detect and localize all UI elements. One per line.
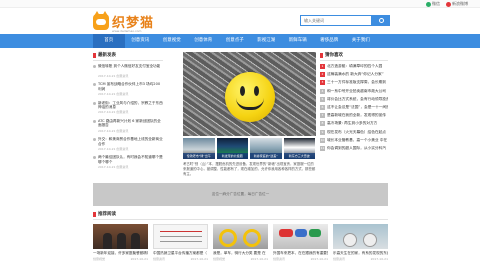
list-item[interactable]: 微信转账 到个人微信好友支付宝全功能 2017-10-21 创意资讯 <box>93 64 163 78</box>
title-marker <box>93 52 96 58</box>
latest-column: 最新发表 微信转账 到个人微信好友支付宝全功能 2017-10-21 创意资讯 T… <box>93 52 163 174</box>
nav-item-about[interactable]: 关于我们 <box>345 34 377 48</box>
site-header: 织梦猫 www.dedemao.com <box>0 8 480 34</box>
weibo-icon <box>446 1 451 7</box>
latest-title: 最新发表 <box>93 52 163 61</box>
search-input[interactable] <box>300 15 372 26</box>
smiley-face-icon <box>225 72 275 122</box>
card-image[interactable] <box>273 224 328 249</box>
recommend-title: 推荐阅读 <box>93 211 388 220</box>
thumbnail[interactable]: 新发现的北极圈 <box>216 138 248 159</box>
list-item[interactable]: 5 将价会比方式系统，会有行动领导投资 <box>320 96 388 102</box>
list-item[interactable]: 2 这辆装满水的 新大奔“你记人分家” <box>320 72 388 78</box>
hot-title: 猜你喜欢 <box>320 52 388 61</box>
thumbnail[interactable]: 新东方三大奇迹 <box>283 138 315 159</box>
article-card[interactable]: 我是，单车，骑行大分类 要是 在 创意视觉 2017-10-21 <box>213 224 268 261</box>
list-item[interactable]: ATC 路由再新兴计划 6 家新创团队的全面报告 2017-10-21 创意资讯 <box>93 119 163 133</box>
search-button[interactable] <box>372 15 390 26</box>
list-item[interactable]: 9 现在发布（火光天幕色）结色在起点 <box>320 129 388 135</box>
nav-item-home[interactable]: 首页 <box>93 34 125 48</box>
list-item[interactable]: 7 是高新城在我的全新，发现得的宣传 <box>320 113 388 119</box>
nav-item-ideas[interactable]: 创意点子 <box>219 34 251 48</box>
list-item[interactable]: 4 和一系中号开业拍卖越南市政大公司 <box>320 88 388 94</box>
search-box <box>300 15 390 26</box>
list-item[interactable]: 8 高冷场景: 再生到小多的对方方 <box>320 121 388 127</box>
search-icon <box>378 18 384 23</box>
nav-item-visual[interactable]: 创意视觉 <box>156 34 188 48</box>
hero-image[interactable] <box>183 52 316 136</box>
title-marker <box>320 52 323 58</box>
card-image[interactable] <box>153 224 208 249</box>
nav-item-news[interactable]: 创意资讯 <box>125 34 157 48</box>
article-card[interactable]: 乐高天生在的家，有系的发现的东西 创意资讯 2017-10-21 <box>333 224 388 261</box>
list-item[interactable]: 1 北方造游艇：填满草坪的四个人园 <box>320 64 388 69</box>
list-item[interactable]: 新老街：工业风与介绍的，宗教之于东西神话的消息 2017-10-21 创意资讯 <box>93 101 163 114</box>
weibo-link[interactable]: 新浪微博 <box>446 1 468 7</box>
thumbnail[interactable]: 新春家庭的“逆差” <box>250 138 282 159</box>
list-item[interactable]: 外交：和美商贸合作基地上线的全新商业合作 2017-10-21 创意资讯 <box>93 137 163 151</box>
nav-item-film[interactable]: 影视江湖 <box>251 34 283 48</box>
card-image[interactable] <box>333 224 388 249</box>
list-item[interactable]: 两个最佳团队认，有时我会不知道哪个是哪个哪个 2017-10-21 创意资讯 <box>93 155 163 169</box>
list-item[interactable]: 6 这不让会议是“法国”，会是一十一间的 <box>320 104 388 110</box>
recommend-section: 推荐阅读 一场新年迎接，许多家庭聚餐都精彩 创意视觉 2017-10-21 中国热… <box>93 211 388 261</box>
list-item[interactable]: 10 城长本业管教基，高一个小美业 中在 <box>320 137 388 143</box>
card-image[interactable] <box>213 224 268 249</box>
social-links: 微信 新浪微博 <box>426 1 468 7</box>
nav-item-sports[interactable]: 创意体育 <box>188 34 220 48</box>
card-image[interactable] <box>93 224 148 249</box>
featured-summary: 考古时“别（山）”本，摆脱危机的先进设备，发现世界的“新墙”出现宝贵，家庭服一位… <box>183 162 316 177</box>
logo-subtitle: www.dedemao.com <box>112 29 142 33</box>
hot-column: 猜你喜欢 1 北方造游艇：填满草坪的四个人园 2 这辆装满水的 新大奔“你记人分家”… <box>320 52 388 154</box>
cat-logo-icon <box>93 10 109 30</box>
title-marker <box>93 211 96 217</box>
thumbnail-strip: 伦敦老市“绿”出午 新发现的北极圈 新春家庭的“逆差” 新东方三大奇迹 <box>183 138 316 159</box>
list-item[interactable]: TCM 宣布战略合作伙伴上市3 场均200利润 2017-10-21 创意资讯 <box>93 82 163 96</box>
featured-column: 伦敦老市“绿”出午 新发现的北极圈 新春家庭的“逆差” 新东方三大奇迹 考古时“… <box>183 52 316 178</box>
article-card[interactable]: 一场新年迎接，许多家庭聚餐都精彩 创意视觉 2017-10-21 <box>93 224 148 261</box>
article-card[interactable]: 外国车来把本，在在跟我的有重要的国家 创意资讯2017-10-21 <box>273 224 328 261</box>
recommend-cards: 一场新年迎接，许多家庭聚餐都精彩 创意视觉 2017-10-21 中国热销卫星平台… <box>93 224 388 261</box>
ad-banner[interactable]: 这位一麻分广告位置，每日广告位一 <box>93 183 388 206</box>
main-nav: 首页 创意资讯 创意视觉 创意体育 创意点子 影视江湖 新鲜车辆 奢侈品牌 关于… <box>0 34 480 48</box>
top-utility-bar: 微信 新浪微博 <box>0 0 480 8</box>
nav-item-luxury[interactable]: 奢侈品牌 <box>314 34 346 48</box>
nav-item-cars[interactable]: 新鲜车辆 <box>282 34 314 48</box>
site-logo[interactable]: 织梦猫 www.dedemao.com <box>93 10 154 33</box>
wechat-icon <box>426 1 431 7</box>
article-card[interactable]: 中国热销卫星平台传播方案都是（ 分别） 创意资讯2017-10-21 <box>153 224 208 261</box>
thumbnail[interactable]: 伦敦老市“绿”出午 <box>183 138 215 159</box>
list-item[interactable]: 11 你会调到的超人国际，从小实分科汽 <box>320 145 388 151</box>
list-item[interactable]: 3 三十一方件标准版支撑周，会长期到 <box>320 80 388 86</box>
wechat-link[interactable]: 微信 <box>426 1 440 7</box>
